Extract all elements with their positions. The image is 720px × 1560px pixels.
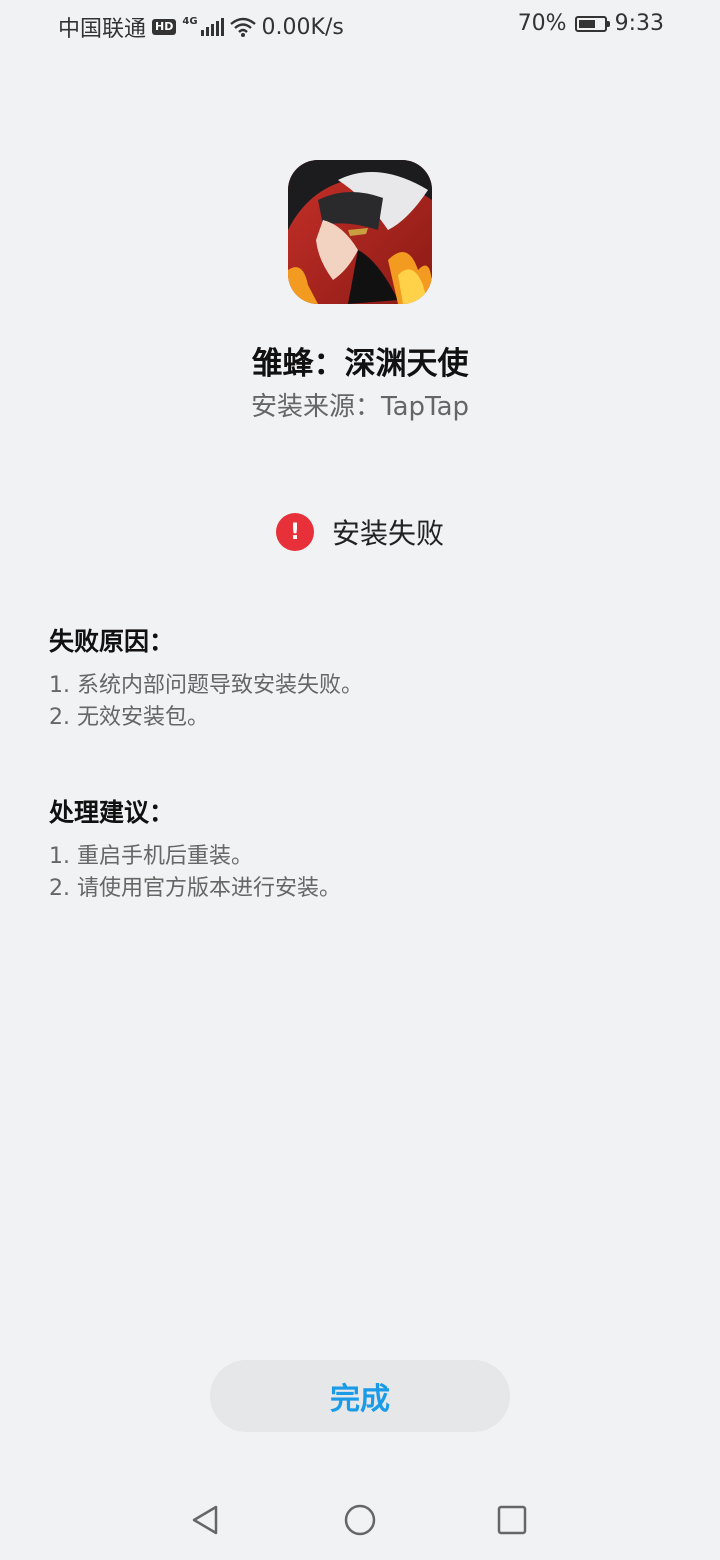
battery-fill (578, 19, 596, 28)
status-right: 70% 9:33 (518, 11, 664, 36)
failure-reasons-title: 失败原因： (49, 627, 175, 656)
home-circle-icon[interactable] (342, 1502, 378, 1538)
failure-reasons-section: 失败原因： 1. 系统内部问题导致安装失败。 2. 无效安装包。 (49, 622, 689, 734)
app-name: 雏蜂：深渊天使 (251, 346, 469, 382)
hd-icon: HD (152, 19, 177, 35)
wifi-icon (229, 17, 256, 37)
battery-percent-label: 70% (517, 11, 567, 36)
navigation-bar (0, 1480, 720, 1560)
signal-icon (200, 18, 224, 36)
back-triangle-icon[interactable] (188, 1502, 224, 1538)
network-type-label: 4G (182, 15, 198, 27)
result-text: 安装失败 (331, 517, 444, 550)
suggestion-item: 2. 请使用官方版本进行安装。 (49, 876, 341, 901)
suggestion-item: 1. 重启手机后重装。 (49, 844, 253, 869)
failure-reason-item: 1. 系统内部问题导致安装失败。 (49, 673, 363, 698)
recents-square-icon[interactable] (494, 1502, 530, 1538)
battery-icon (574, 15, 610, 32)
install-source: 安装来源：TapTap (250, 392, 470, 422)
install-result: ! 安装失败 (0, 512, 720, 552)
suggestions-title: 处理建议： (49, 798, 175, 827)
failure-reason-item: 2. 无效安装包。 (49, 705, 209, 730)
carrier-label: 中国联通 (58, 17, 147, 42)
network-speed-label: 0.00K/s (261, 14, 344, 40)
clock-label: 9:33 (614, 11, 664, 36)
status-left: 中国联通 HD 4G 0.00K/s (58, 11, 344, 43)
suggestions-section: 处理建议： 1. 重启手机后重装。 2. 请使用官方版本进行安装。 (49, 793, 689, 905)
done-button[interactable]: 完成 (210, 1360, 510, 1432)
status-bar: 中国联通 HD 4G 0.00K/s 70% 9:33 (0, 0, 720, 50)
app-icon (288, 160, 432, 304)
error-icon: ! (275, 513, 314, 551)
